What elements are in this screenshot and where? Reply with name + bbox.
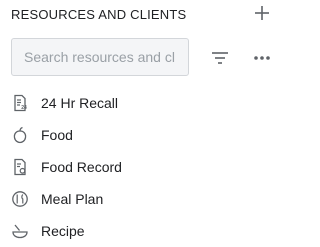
more-options-button[interactable]	[251, 47, 273, 69]
search-input[interactable]	[11, 38, 189, 76]
more-horizontal-icon	[254, 56, 270, 60]
food-record-icon	[11, 158, 29, 176]
list-item-label: Recipe	[41, 223, 85, 239]
list-item-label: Food Record	[41, 159, 122, 175]
list-item-food-record[interactable]: Food Record	[0, 151, 289, 183]
svg-text:24: 24	[21, 105, 27, 111]
list-item-recipe[interactable]: Recipe	[0, 215, 289, 247]
recall-document-icon: 24	[11, 94, 29, 112]
list-item-food[interactable]: Food	[0, 119, 289, 151]
list-item-label: Meal Plan	[41, 191, 104, 207]
meal-plan-icon	[11, 190, 29, 208]
search-row	[11, 38, 281, 78]
panel-title: RESOURCES AND CLIENTS	[11, 7, 187, 22]
recipe-icon	[11, 222, 29, 240]
filter-button[interactable]	[209, 47, 231, 69]
filter-icon	[212, 52, 228, 64]
list-item-meal-plan[interactable]: Meal Plan	[0, 183, 289, 215]
panel-header: RESOURCES AND CLIENTS	[11, 0, 281, 28]
add-resource-button[interactable]	[252, 3, 272, 23]
food-icon	[11, 126, 29, 144]
resource-list: 24 24 Hr Recall Food Food Record Meal Pl…	[0, 87, 289, 247]
list-item-label: 24 Hr Recall	[41, 95, 119, 111]
list-item-label: Food	[41, 127, 73, 143]
list-item-24-hr-recall[interactable]: 24 24 Hr Recall	[0, 87, 289, 119]
resources-panel: RESOURCES AND CLIENTS Search resources a…	[0, 0, 289, 242]
plus-icon	[255, 6, 269, 20]
